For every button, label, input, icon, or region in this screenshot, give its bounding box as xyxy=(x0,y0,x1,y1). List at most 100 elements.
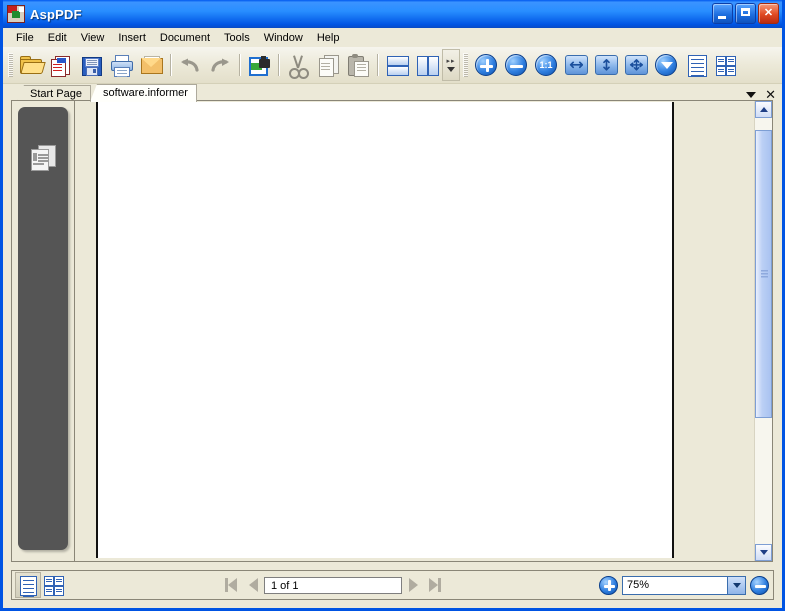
tab-software-informer[interactable]: software.informer xyxy=(89,84,197,102)
redo-button[interactable] xyxy=(205,50,235,80)
navigation-pane-tab[interactable] xyxy=(18,107,68,550)
window-controls: ✕ xyxy=(712,3,779,24)
menu-item-edit[interactable]: Edit xyxy=(41,30,74,46)
zoom-out-button[interactable] xyxy=(501,50,531,80)
fit-page-button[interactable] xyxy=(621,50,651,80)
fit-width-button[interactable] xyxy=(561,50,591,80)
menu-item-window[interactable]: Window xyxy=(257,30,310,46)
fit-page-icon xyxy=(624,55,648,75)
undo-button[interactable] xyxy=(175,50,205,80)
thumbnail-view-icon xyxy=(44,575,64,596)
previous-page-button[interactable] xyxy=(242,574,264,596)
text-lines-icon xyxy=(685,54,707,77)
fit-height-icon xyxy=(594,55,618,75)
paste-button[interactable] xyxy=(343,50,373,80)
page-navigation: 1 of 1 xyxy=(220,574,446,596)
view-mode-buttons xyxy=(15,572,67,598)
toolbar-grip[interactable] xyxy=(8,53,13,77)
minimize-button[interactable] xyxy=(712,3,733,24)
paste-icon xyxy=(347,54,369,77)
fit-height-button[interactable] xyxy=(591,50,621,80)
toolbar-separator xyxy=(278,54,279,76)
layout-rows-button[interactable] xyxy=(382,50,412,80)
zoom-controls: 75% xyxy=(599,575,773,595)
scroll-track[interactable] xyxy=(755,118,772,544)
cut-button[interactable] xyxy=(283,50,313,80)
single-page-view-icon xyxy=(19,575,37,597)
actual-size-button[interactable]: 1:1 xyxy=(531,50,561,80)
zoom-value[interactable]: 75% xyxy=(623,579,727,591)
scroll-down-arrow-icon[interactable] xyxy=(755,544,772,561)
thumbnail-grid-button[interactable] xyxy=(711,50,741,80)
print-button[interactable] xyxy=(106,50,136,80)
scroll-up-arrow-icon[interactable] xyxy=(755,101,772,118)
insert-image-button[interactable] xyxy=(244,50,274,80)
redo-icon xyxy=(209,54,231,76)
toolbar-separator xyxy=(170,54,171,76)
zoom-out-icon xyxy=(505,54,527,76)
zoom-decrease-button[interactable] xyxy=(750,575,769,595)
menu-item-tools[interactable]: Tools xyxy=(217,30,257,46)
menu-item-help[interactable]: Help xyxy=(310,30,347,46)
zoom-in-button[interactable] xyxy=(471,50,501,80)
fit-width-icon xyxy=(564,55,588,75)
pages-thumbnail-icon xyxy=(30,145,56,171)
toolbar-overflow-dots-icon: ▸▸ xyxy=(446,57,456,65)
menu-item-view[interactable]: View xyxy=(74,30,112,46)
layout-rows-icon xyxy=(386,54,409,76)
menu-item-document[interactable]: Document xyxy=(153,30,217,46)
new-document-icon xyxy=(50,54,72,77)
print-icon xyxy=(110,54,133,77)
zoom-dropdown-caret-icon[interactable] xyxy=(727,576,745,594)
insert-image-icon xyxy=(248,54,270,76)
vertical-scrollbar[interactable] xyxy=(754,101,772,561)
tab-label: software.informer xyxy=(102,87,188,99)
toolbar-overflow-button[interactable]: ▸▸ xyxy=(442,49,460,81)
document-view[interactable] xyxy=(75,101,754,561)
save-button[interactable] xyxy=(76,50,106,80)
text-view-button[interactable] xyxy=(681,50,711,80)
maximize-button[interactable] xyxy=(735,3,756,24)
email-button[interactable] xyxy=(136,50,166,80)
document-page[interactable] xyxy=(96,102,674,558)
tab-label: Start Page xyxy=(30,88,82,100)
page-grid-icon xyxy=(715,54,737,76)
status-bar: 1 of 1 75% xyxy=(11,570,774,600)
zoom-combobox[interactable]: 75% xyxy=(622,575,746,595)
tab-list-caret-icon[interactable] xyxy=(746,92,757,98)
menu-item-insert[interactable]: Insert xyxy=(111,30,153,46)
single-page-view-button[interactable] xyxy=(15,572,41,598)
layout-columns-icon xyxy=(416,54,439,76)
toolbar-grip[interactable] xyxy=(463,53,468,77)
save-floppy-icon xyxy=(80,54,102,76)
copy-button[interactable] xyxy=(313,50,343,80)
new-document-button[interactable] xyxy=(46,50,76,80)
zoom-in-icon xyxy=(475,54,497,76)
toolbar-separator xyxy=(239,54,240,76)
cut-icon xyxy=(287,54,309,79)
menu-item-file[interactable]: File xyxy=(9,30,41,46)
window-title: AspPDF xyxy=(30,6,82,22)
email-icon xyxy=(140,54,163,76)
thumbnail-view-button[interactable] xyxy=(41,572,67,598)
scroll-thumb[interactable] xyxy=(755,130,772,418)
menu-bar: File Edit View Insert Document Tools Win… xyxy=(3,28,782,47)
close-button[interactable]: ✕ xyxy=(758,3,779,24)
document-client-area xyxy=(11,100,773,562)
app-icon xyxy=(7,5,25,23)
application-window: AspPDF ✕ File Edit View Insert Document … xyxy=(0,0,785,611)
open-folder-button[interactable] xyxy=(16,50,46,80)
rotate-view-button[interactable] xyxy=(651,50,681,80)
next-page-button[interactable] xyxy=(402,574,424,596)
copy-icon xyxy=(317,54,339,77)
last-page-button[interactable] xyxy=(424,574,446,596)
zoom-increase-button[interactable] xyxy=(599,575,618,595)
toolbar-separator xyxy=(377,54,378,76)
rotate-view-icon xyxy=(655,54,677,76)
layout-columns-button[interactable] xyxy=(412,50,442,80)
open-folder-icon xyxy=(20,54,46,76)
first-page-button[interactable] xyxy=(220,574,242,596)
page-number-field[interactable]: 1 of 1 xyxy=(264,576,402,594)
navigation-pane xyxy=(12,101,75,561)
undo-icon xyxy=(179,54,201,76)
